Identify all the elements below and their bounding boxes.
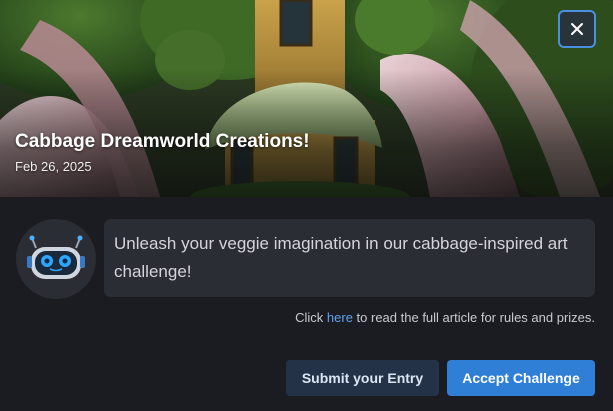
robot-icon <box>27 235 85 279</box>
article-note: Click here to read the full article for … <box>295 310 595 325</box>
assistant-avatar <box>16 219 96 299</box>
message-text: Unleash your veggie imagination in our c… <box>114 234 568 281</box>
note-suffix: to read the full article for rules and p… <box>352 310 595 325</box>
message-bubble: Unleash your veggie imagination in our c… <box>104 219 595 297</box>
challenge-title: Cabbage Dreamworld Creations! <box>15 131 310 152</box>
challenge-modal: Cabbage Dreamworld Creations! Feb 26, 20… <box>0 0 613 411</box>
article-link[interactable]: here <box>327 310 353 325</box>
close-icon <box>571 23 583 35</box>
submit-entry-button[interactable]: Submit your Entry <box>286 360 439 396</box>
hero-banner: Cabbage Dreamworld Creations! Feb 26, 20… <box>0 0 613 197</box>
accept-challenge-button[interactable]: Accept Challenge <box>447 360 595 396</box>
challenge-date: Feb 26, 2025 <box>15 159 92 174</box>
note-prefix: Click <box>295 310 327 325</box>
close-button[interactable] <box>558 10 596 48</box>
